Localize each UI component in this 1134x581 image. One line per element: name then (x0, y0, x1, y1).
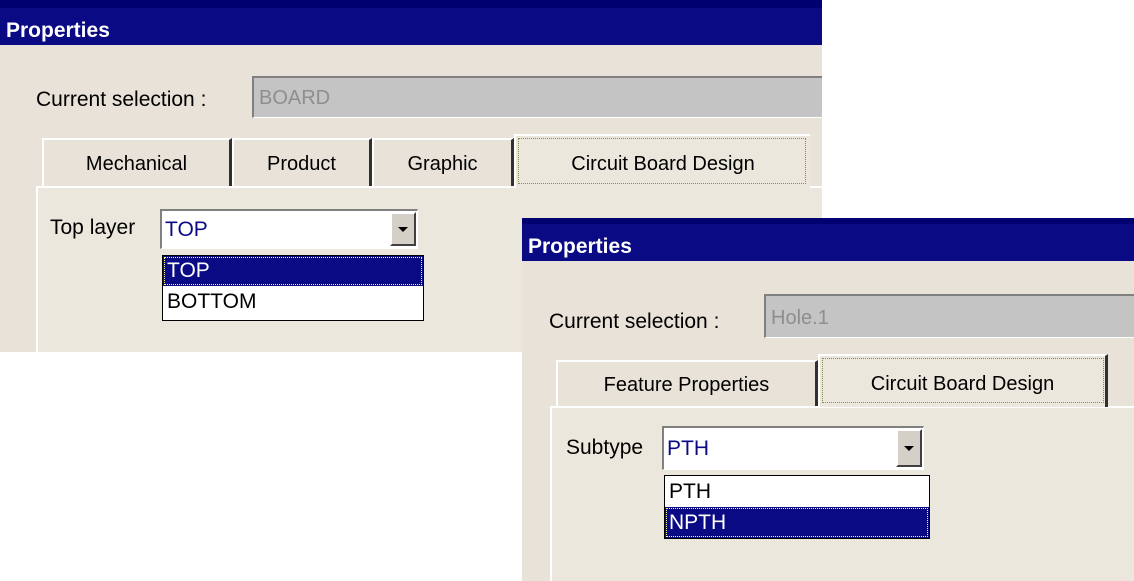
tab-label: Product (267, 153, 336, 175)
tab-label: Feature Properties (603, 374, 770, 396)
current-selection-field: BOARD (252, 76, 822, 118)
current-selection-value: Hole.1 (771, 307, 829, 329)
tab-label: Circuit Board Design (870, 373, 1055, 395)
properties-dialog-hole: Properties Current selection : Hole.1 Fe… (522, 218, 1134, 581)
tab-graphic[interactable]: Graphic (372, 138, 514, 186)
subtype-value: PTH (667, 437, 709, 460)
current-selection-label: Current selection : (36, 88, 207, 111)
top-layer-dropdown-button[interactable] (390, 212, 416, 246)
option-npth[interactable]: NPTH (665, 507, 929, 538)
option-bottom[interactable]: BOTTOM (163, 286, 423, 318)
dialog-title: Properties (522, 218, 1134, 261)
chevron-down-icon (398, 227, 408, 232)
tab-circuit-board-design[interactable]: Circuit Board Design (514, 134, 810, 188)
current-selection-field: Hole.1 (764, 294, 1134, 338)
tab-mechanical[interactable]: Mechanical (42, 138, 232, 186)
top-layer-value: TOP (165, 218, 208, 241)
subtype-combobox[interactable]: PTH (662, 426, 924, 470)
top-layer-dropdown-list: TOP BOTTOM (162, 255, 424, 321)
tab-label: Circuit Board Design (571, 153, 755, 175)
top-layer-combobox[interactable]: TOP (160, 209, 418, 249)
subtype-dropdown-button[interactable] (896, 429, 922, 467)
current-selection-label: Current selection : (549, 310, 720, 333)
current-selection-value: BOARD (259, 87, 331, 109)
tab-feature-properties[interactable]: Feature Properties (556, 360, 818, 406)
option-top[interactable]: TOP (163, 256, 423, 286)
tab-product[interactable]: Product (232, 138, 372, 186)
dialog-title: Properties (0, 0, 822, 45)
option-pth[interactable]: PTH (665, 476, 929, 507)
top-layer-label: Top layer (50, 216, 136, 239)
tab-label: Mechanical (85, 153, 188, 175)
tab-circuit-board-design[interactable]: Circuit Board Design (818, 354, 1108, 407)
subtype-dropdown-list: PTH NPTH (664, 475, 930, 539)
tab-label: Graphic (407, 153, 478, 175)
subtype-label: Subtype (566, 436, 644, 459)
chevron-down-icon (904, 446, 914, 451)
